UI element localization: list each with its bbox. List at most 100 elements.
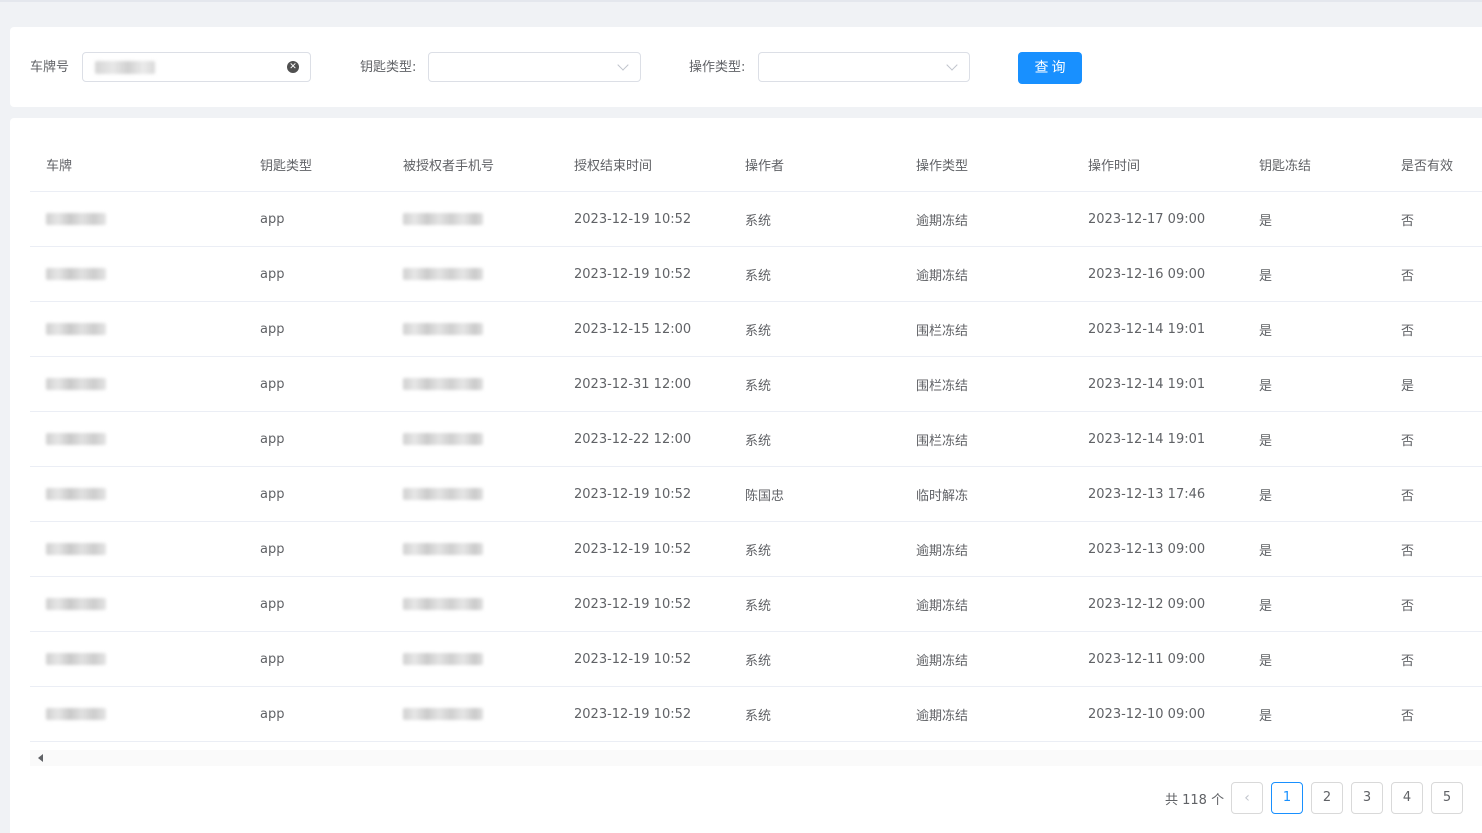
plate-input[interactable]: ✕ <box>82 52 311 82</box>
column-header: 钥匙冻结 <box>1259 159 1312 174</box>
redacted-phone <box>403 433 483 445</box>
column-header: 操作类型 <box>916 159 969 174</box>
redacted-plate <box>46 323 106 335</box>
op-time-cell: 2023-12-14 19:01 <box>1088 431 1206 447</box>
op-type-cell: 临时解冻 <box>916 488 969 504</box>
table-row[interactable]: app 2023-12-19 10:52 系统 逾期冻结 2023-12-10 09:0… <box>30 687 1482 742</box>
key-type-cell: app <box>260 651 285 667</box>
table-row[interactable]: app 2023-12-19 10:52 陈国忠 临时解冻 2023-12-13 17:… <box>30 467 1482 522</box>
phone-cell <box>403 412 483 466</box>
table-row[interactable]: app 2023-12-19 10:52 系统 逾期冻结 2023-12-16 09:0… <box>30 247 1482 302</box>
plate-cell <box>46 357 106 411</box>
redacted-plate <box>46 213 106 225</box>
operator-cell: 系统 <box>745 543 772 559</box>
valid-cell: 否 <box>1401 433 1415 449</box>
end-time-cell: 2023-12-31 12:00 <box>574 376 692 392</box>
chevron-down-icon <box>946 59 958 71</box>
phone-cell <box>403 632 483 686</box>
end-time-cell: 2023-12-15 12:00 <box>574 321 692 337</box>
frozen-cell: 是 <box>1259 323 1273 339</box>
key-type-cell: app <box>260 321 285 337</box>
table-row[interactable]: app 2023-12-22 12:00 系统 围栏冻结 2023-12-14 19:0… <box>30 412 1482 467</box>
table-row[interactable]: app 2023-12-19 10:52 系统 逾期冻结 2023-12-12 09:0… <box>30 577 1482 632</box>
chevron-left-icon: ‹ <box>1244 790 1250 806</box>
table-row[interactable]: app 2023-12-19 10:52 系统 逾期冻结 2023-12-11 09:0… <box>30 632 1482 687</box>
operator-cell: 系统 <box>745 213 772 229</box>
redacted-phone <box>403 378 483 390</box>
page-button-1[interactable]: 1 <box>1271 782 1303 814</box>
column-header: 钥匙类型 <box>260 159 313 174</box>
op-type-cell: 逾期冻结 <box>916 543 969 559</box>
redacted-phone <box>403 708 483 720</box>
redacted-plate <box>46 378 106 390</box>
redacted-phone <box>403 653 483 665</box>
key-type-cell: app <box>260 486 285 502</box>
op-type-select[interactable] <box>758 52 970 82</box>
table-row[interactable]: app 2023-12-19 10:52 系统 逾期冻结 2023-12-17 09:0… <box>30 192 1482 247</box>
end-time-cell: 2023-12-19 10:52 <box>574 596 692 612</box>
end-time-cell: 2023-12-19 10:52 <box>574 266 692 282</box>
pagination-total: 共 118 个 <box>1165 793 1225 808</box>
operator-cell: 陈国忠 <box>745 488 785 504</box>
op-time-cell: 2023-12-14 19:01 <box>1088 376 1206 392</box>
page-button-2[interactable]: 2 <box>1311 782 1343 814</box>
valid-cell: 否 <box>1401 323 1415 339</box>
key-type-cell: app <box>260 431 285 447</box>
operator-cell: 系统 <box>745 433 772 449</box>
query-button[interactable]: 查询 <box>1018 52 1082 84</box>
plate-cell <box>46 192 106 246</box>
frozen-cell: 是 <box>1259 488 1273 504</box>
frozen-cell: 是 <box>1259 268 1273 284</box>
phone-cell <box>403 302 483 356</box>
redacted-plate <box>46 433 106 445</box>
frozen-cell: 是 <box>1259 543 1273 559</box>
column-header: 授权结束时间 <box>574 159 653 174</box>
horizontal-scrollbar[interactable] <box>30 750 1482 766</box>
page-button-4[interactable]: 4 <box>1391 782 1423 814</box>
op-type-cell: 围栏冻结 <box>916 433 969 449</box>
plate-cell <box>46 302 106 356</box>
table-row[interactable]: app 2023-12-19 10:52 系统 逾期冻结 2023-12-13 09:0… <box>30 522 1482 577</box>
redacted-plate <box>46 268 106 280</box>
frozen-cell: 是 <box>1259 708 1273 724</box>
operator-cell: 系统 <box>745 378 772 394</box>
key-type-cell: app <box>260 266 285 282</box>
data-table: 车牌 钥匙类型 被授权者手机号 授权结束时间 操作者 操作类型 操作时间 钥匙冻结 是否有效 ap… <box>30 138 1482 742</box>
column-header: 操作时间 <box>1088 159 1141 174</box>
end-time-cell: 2023-12-22 12:00 <box>574 431 692 447</box>
phone-cell <box>403 247 483 301</box>
close-circle-icon[interactable]: ✕ <box>287 61 299 73</box>
valid-cell: 否 <box>1401 598 1415 614</box>
op-type-label: 操作类型: <box>689 60 746 75</box>
caret-left-icon[interactable] <box>38 754 43 762</box>
key-type-cell: app <box>260 376 285 392</box>
table-row[interactable]: app 2023-12-31 12:00 系统 围栏冻结 2023-12-14 19:0… <box>30 357 1482 412</box>
prev-page-button[interactable]: ‹ <box>1231 782 1263 814</box>
plate-input-value <box>95 61 155 74</box>
end-time-cell: 2023-12-19 10:52 <box>574 486 692 502</box>
op-type-cell: 逾期冻结 <box>916 653 969 669</box>
redacted-plate <box>46 543 106 555</box>
op-time-cell: 2023-12-12 09:00 <box>1088 596 1206 612</box>
op-type-cell: 逾期冻结 <box>916 708 969 724</box>
key-type-select[interactable] <box>428 52 641 82</box>
page-button-3[interactable]: 3 <box>1351 782 1383 814</box>
valid-cell: 否 <box>1401 708 1415 724</box>
plate-cell <box>46 522 106 576</box>
op-type-cell: 围栏冻结 <box>916 323 969 339</box>
key-type-label: 钥匙类型: <box>360 60 417 75</box>
phone-cell <box>403 577 483 631</box>
frozen-cell: 是 <box>1259 433 1273 449</box>
phone-cell <box>403 192 483 246</box>
page-button-5[interactable]: 5 <box>1431 782 1463 814</box>
op-time-cell: 2023-12-14 19:01 <box>1088 321 1206 337</box>
op-time-cell: 2023-12-16 09:00 <box>1088 266 1206 282</box>
redacted-plate <box>46 708 106 720</box>
table-row[interactable]: app 2023-12-15 12:00 系统 围栏冻结 2023-12-14 19:0… <box>30 302 1482 357</box>
redacted-plate <box>46 488 106 500</box>
plate-cell <box>46 247 106 301</box>
op-time-cell: 2023-12-13 17:46 <box>1088 486 1206 502</box>
operator-cell: 系统 <box>745 708 772 724</box>
plate-label: 车牌号 <box>30 60 70 75</box>
op-type-cell: 逾期冻结 <box>916 268 969 284</box>
